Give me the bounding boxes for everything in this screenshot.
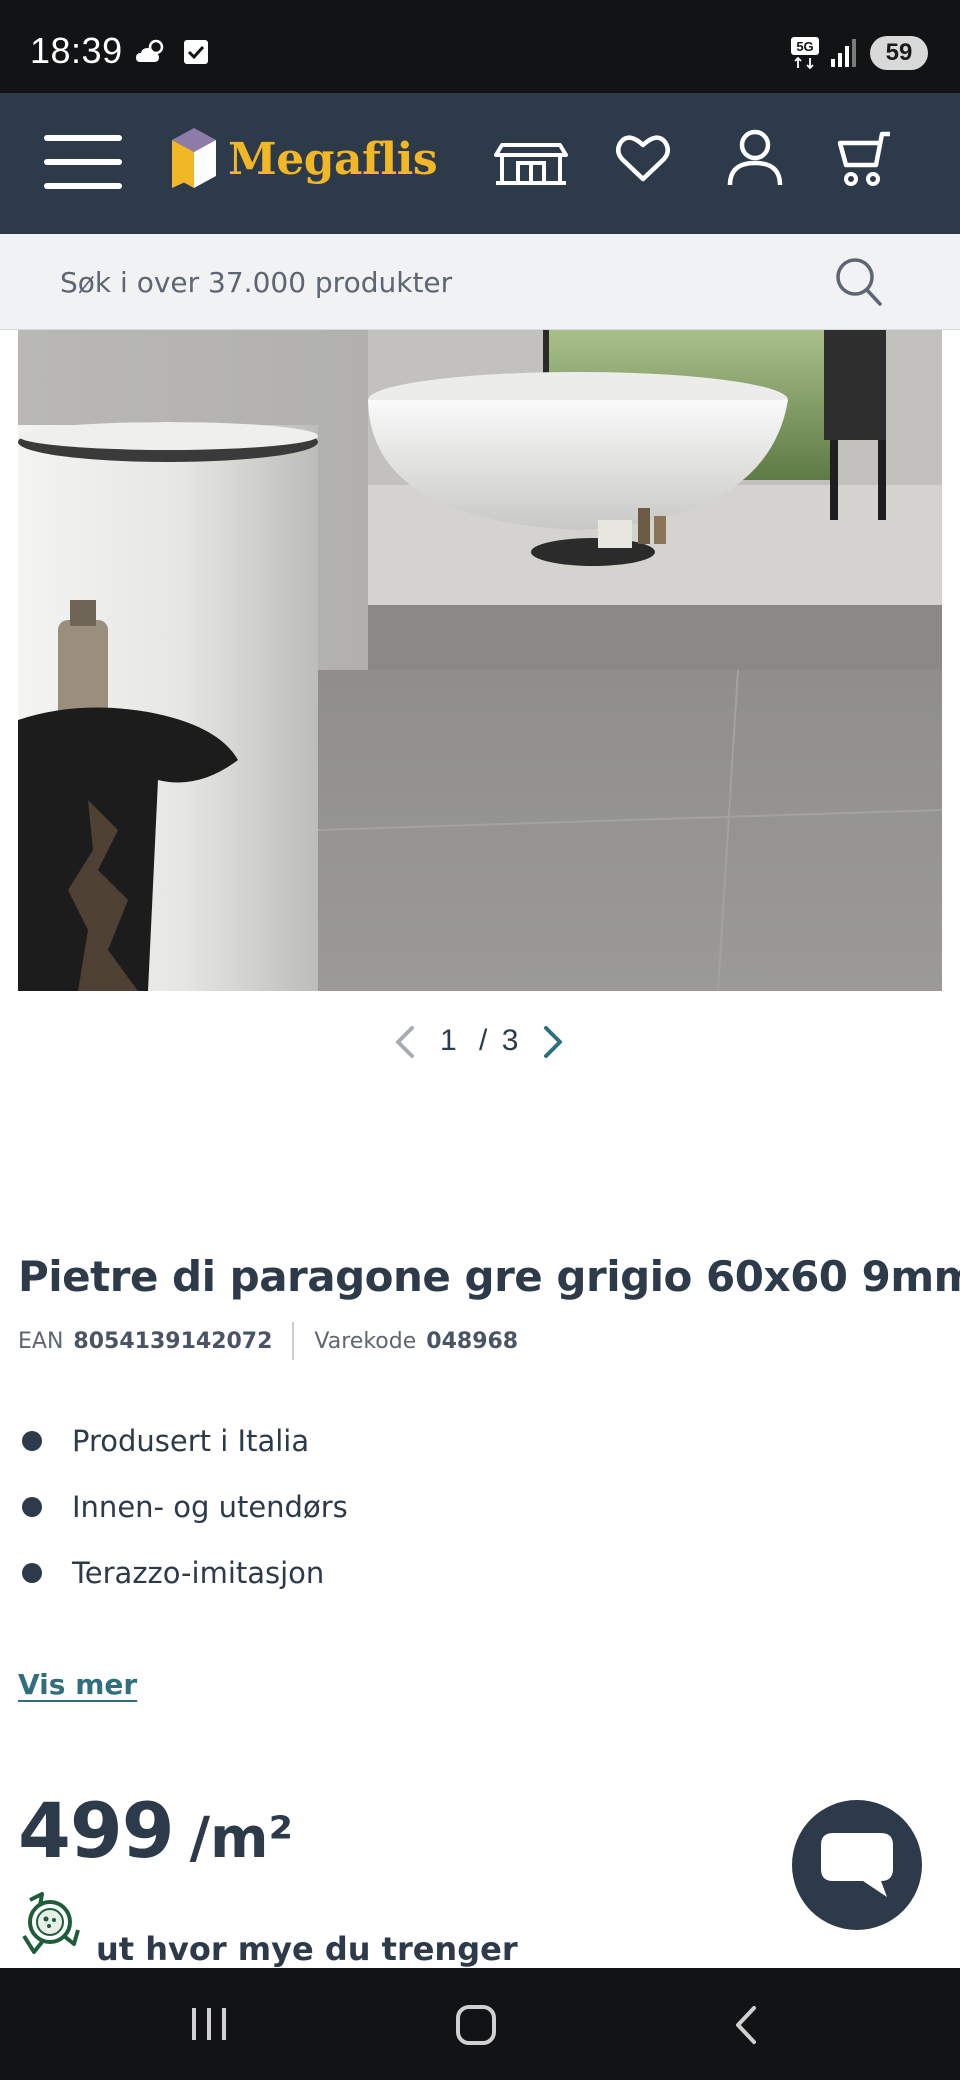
page-separator: / — [479, 1024, 488, 1057]
recent-apps-icon[interactable] — [188, 2004, 230, 2044]
feature-text: Innen- og utendørs — [72, 1490, 348, 1524]
svg-text:5G: 5G — [796, 39, 813, 54]
page-indicator: 1 / 3 — [440, 1024, 518, 1058]
site-header: Megaflis — [0, 93, 960, 234]
store-icon[interactable] — [494, 141, 568, 187]
menu-icon[interactable] — [44, 133, 124, 191]
logo-mark-icon — [172, 128, 216, 188]
chevron-right-icon[interactable] — [540, 1024, 566, 1060]
bathroom-scene-image — [18, 330, 942, 991]
heart-icon[interactable] — [616, 133, 670, 183]
price-value: 499 — [18, 1786, 175, 1875]
recycle-icon[interactable] — [16, 1886, 84, 1958]
list-item: Produsert i Italia — [22, 1408, 348, 1474]
status-bar: 18:39 5G 59 — [0, 0, 960, 93]
search-input[interactable] — [60, 234, 820, 330]
show-more-link[interactable]: Vis mer — [18, 1668, 137, 1701]
product-title: Pietre di paragone gre grigio 60x60 9mm — [18, 1252, 960, 1301]
calculate-need-link[interactable]: ut hvor mye du trenger — [96, 1930, 518, 1968]
bullet-icon — [22, 1563, 42, 1583]
chat-bubble-icon — [821, 1833, 893, 1897]
list-item: Terazzo-imitasjon — [22, 1540, 348, 1606]
cart-icon[interactable] — [836, 131, 896, 189]
network-5g-icon: 5G — [791, 37, 819, 70]
battery-icon: 59 — [870, 36, 928, 70]
brand-logo[interactable]: Megaflis — [168, 126, 438, 192]
weather-cloud-sun-icon — [136, 39, 164, 62]
total-pages: 3 — [501, 1024, 519, 1057]
back-icon[interactable] — [730, 2004, 760, 2046]
product-image[interactable] — [18, 330, 942, 991]
battery-level: 59 — [885, 39, 913, 66]
search-bar — [0, 234, 960, 330]
signal-icon — [831, 39, 856, 67]
chevron-left-icon[interactable] — [392, 1024, 418, 1060]
system-nav-bar — [0, 1968, 960, 2080]
checkbox-notification-icon — [184, 40, 208, 64]
item-code-label: Varekode — [314, 1328, 417, 1354]
feature-text: Produsert i Italia — [72, 1424, 310, 1458]
price: 499 /m² — [18, 1786, 293, 1875]
product-codes: EAN 8054139142072 Varekode 048968 — [18, 1322, 518, 1360]
price-unit: /m² — [189, 1806, 293, 1871]
ean-value: 8054139142072 — [73, 1328, 273, 1354]
status-time: 18:39 — [30, 30, 123, 71]
item-code-value: 048968 — [426, 1328, 519, 1354]
home-icon[interactable] — [455, 2004, 497, 2046]
feature-text: Terazzo-imitasjon — [72, 1556, 325, 1590]
bullet-icon — [22, 1431, 42, 1451]
bullet-icon — [22, 1497, 42, 1517]
brand-name: Megaflis — [228, 133, 438, 185]
search-icon[interactable] — [834, 256, 884, 308]
current-page: 1 — [440, 1024, 457, 1057]
account-icon[interactable] — [726, 129, 784, 187]
gallery-pager: 1 / 3 — [0, 1020, 960, 1066]
codes-divider — [292, 1322, 295, 1360]
list-item: Innen- og utendørs — [22, 1474, 348, 1540]
chat-button[interactable] — [792, 1800, 922, 1930]
ean-label: EAN — [18, 1328, 64, 1354]
feature-list: Produsert i Italia Innen- og utendørs Te… — [22, 1408, 348, 1606]
